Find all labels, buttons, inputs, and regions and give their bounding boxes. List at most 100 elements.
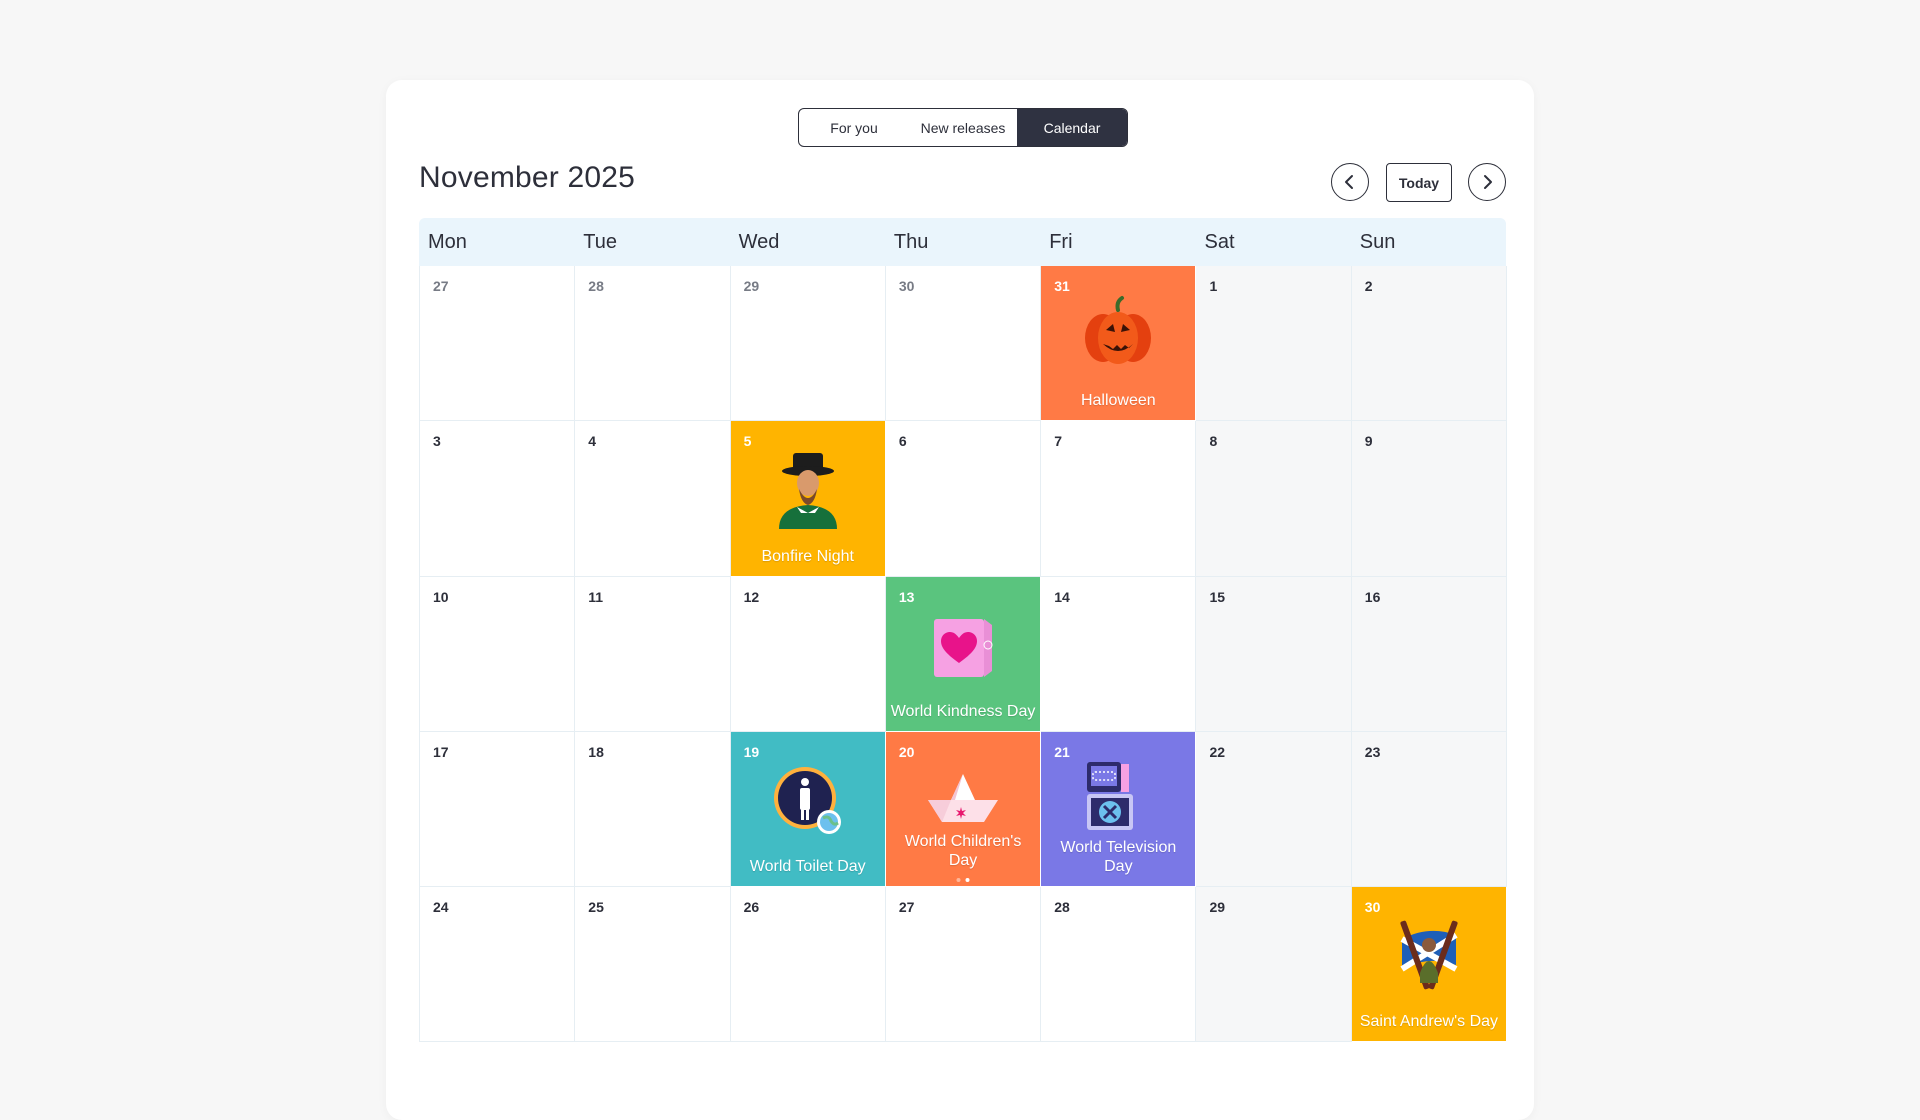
view-tabs: For you New releases Calendar <box>798 108 1128 147</box>
day-number: 28 <box>588 278 604 294</box>
day-cell[interactable]: 11 <box>575 576 731 732</box>
event-label: World Kindness Day <box>890 702 1036 720</box>
day-cell[interactable]: 1 <box>1196 266 1352 422</box>
next-month-button[interactable] <box>1468 163 1506 201</box>
saltire-flag-icon <box>1384 915 1474 995</box>
event-label: World Television Day <box>1060 839 1177 876</box>
event-day-cell[interactable]: 19 World Toilet Day <box>730 731 886 888</box>
chevron-left-icon <box>1345 175 1353 189</box>
day-number: 28 <box>1054 899 1070 916</box>
weekday-label: Fri <box>1049 231 1073 253</box>
calendar-weeks: 27 28 29 30 31 Halloween 1 2 3 4 5 Bonfire Night 6 7 8… <box>419 266 1508 1043</box>
day-cell[interactable]: 24 <box>420 887 576 1043</box>
day-cell[interactable]: 12 <box>730 576 886 732</box>
day-number: 13 <box>898 588 915 605</box>
day-cell[interactable]: 17 <box>420 731 576 888</box>
restroom-sign-icon <box>763 760 853 840</box>
day-cell[interactable]: 8 <box>1196 421 1352 577</box>
day-number: 15 <box>1209 588 1226 605</box>
day-number: 9 <box>1364 433 1373 450</box>
day-number: 21 <box>1054 743 1070 760</box>
event-day-cell[interactable]: 5 Bonfire Night <box>730 421 886 577</box>
day-number: 18 <box>588 743 604 760</box>
day-number: 24 <box>433 899 449 916</box>
paper-boat-icon <box>918 760 1008 840</box>
previous-month-button[interactable] <box>1331 163 1369 201</box>
day-number: 26 <box>743 899 760 916</box>
event-day-cell[interactable]: 13 World Kindness Day <box>885 576 1042 732</box>
day-cell[interactable]: 9 <box>1351 421 1508 577</box>
day-cell[interactable]: 29 <box>1196 887 1352 1043</box>
event-label: World Children's Day <box>904 833 1022 870</box>
day-number: 29 <box>743 278 760 294</box>
day-cell[interactable]: 7 <box>1041 421 1197 577</box>
calendar-grid: Mon Tue Wed Thu Fri Sat Sun 27 28 29 30 31 Ha… <box>419 218 1508 1043</box>
day-cell[interactable]: 18 <box>575 731 731 888</box>
day-number: 4 <box>588 433 597 450</box>
day-number: 20 <box>898 743 915 760</box>
guy-fawkes-icon <box>763 449 853 530</box>
carousel-dot[interactable] <box>956 878 961 883</box>
day-cell[interactable]: 16 <box>1351 576 1508 732</box>
day-number: 25 <box>588 899 604 916</box>
day-number: 8 <box>1209 433 1218 450</box>
weekday-label: Sat <box>1204 231 1235 253</box>
today-button[interactable]: Today <box>1386 163 1452 202</box>
day-cell[interactable]: 27 <box>885 887 1042 1043</box>
day-cell[interactable]: 25 <box>575 887 731 1043</box>
day-cell[interactable]: 23 <box>1351 731 1508 888</box>
day-number: 3 <box>433 433 441 450</box>
day-number: 17 <box>433 743 449 760</box>
day-number: 10 <box>433 588 449 605</box>
day-number: 12 <box>743 588 760 605</box>
day-number: 27 <box>433 278 449 294</box>
event-day-cell[interactable]: 21 World Television Day <box>1041 731 1197 888</box>
tab-new-releases[interactable]: New releases <box>909 109 1017 146</box>
day-number: 1 <box>1209 278 1218 294</box>
weekday-label: Sun <box>1359 231 1396 253</box>
day-cell[interactable]: 27 <box>420 266 576 422</box>
day-cell[interactable]: 30 <box>885 266 1042 422</box>
day-cell[interactable]: 3 <box>420 421 576 577</box>
chevron-right-icon <box>1484 175 1492 189</box>
day-cell[interactable]: 28 <box>575 266 731 422</box>
event-day-cell[interactable]: 31 Halloween <box>1041 266 1197 422</box>
day-number: 30 <box>1364 899 1381 916</box>
day-number: 23 <box>1364 743 1381 760</box>
day-number: 29 <box>1209 899 1226 916</box>
day-number: 5 <box>743 433 752 450</box>
day-cell[interactable]: 6 <box>885 421 1042 577</box>
tab-for-you[interactable]: For you <box>799 109 909 146</box>
event-label: Bonfire Night <box>761 547 854 565</box>
carousel-dot[interactable] <box>965 878 970 883</box>
pumpkin-icon <box>1073 294 1163 374</box>
event-day-cell[interactable]: 20 World Children's Day <box>885 731 1042 888</box>
day-cell[interactable]: 2 <box>1351 266 1508 422</box>
carousel-dots[interactable] <box>956 878 970 883</box>
event-label: World Toilet Day <box>749 858 866 876</box>
weekday-label: Mon <box>428 231 467 253</box>
day-cell[interactable]: 28 <box>1041 887 1197 1043</box>
day-number: 19 <box>743 743 760 760</box>
weekday-label: Wed <box>738 231 780 253</box>
day-number: 22 <box>1209 743 1226 760</box>
day-number: 6 <box>898 433 907 450</box>
day-cell[interactable]: 15 <box>1196 576 1352 732</box>
day-cell[interactable]: 4 <box>575 421 731 577</box>
day-number: 2 <box>1364 278 1373 294</box>
day-number: 31 <box>1054 278 1070 294</box>
day-number: 14 <box>1054 588 1070 605</box>
day-cell[interactable]: 29 <box>730 266 886 422</box>
day-cell[interactable]: 10 <box>420 576 576 732</box>
day-number: 30 <box>898 278 915 294</box>
weekday-label: Tue <box>583 231 618 253</box>
day-number: 27 <box>898 899 915 916</box>
tab-calendar[interactable]: Calendar <box>1017 109 1127 146</box>
day-cell[interactable]: 14 <box>1041 576 1197 732</box>
heart-box-icon <box>918 605 1008 685</box>
day-number: 7 <box>1054 433 1062 450</box>
day-cell[interactable]: 26 <box>730 887 886 1043</box>
day-cell[interactable]: 22 <box>1196 731 1352 888</box>
event-day-cell[interactable]: 30 Saint Andrew's Day <box>1351 887 1508 1043</box>
month-title: November 2025 <box>419 161 636 194</box>
